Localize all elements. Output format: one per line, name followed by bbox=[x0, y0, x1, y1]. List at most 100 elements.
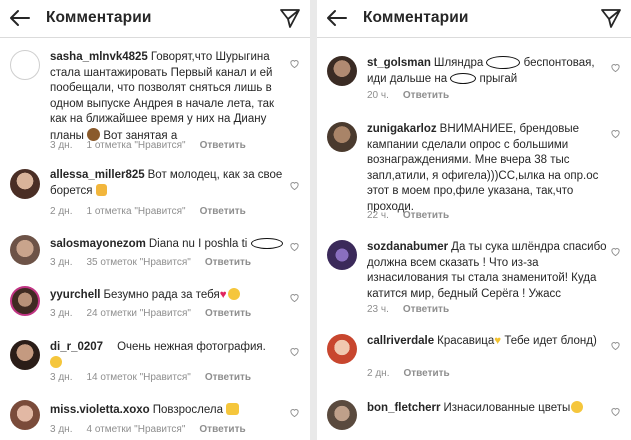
heart-icon[interactable] bbox=[610, 340, 621, 351]
comment-username[interactable]: miss.violetta.xoxo bbox=[50, 404, 150, 416]
avatar[interactable] bbox=[10, 286, 40, 316]
comments-panel-right: Комментарии st_golsman Шляндра беспонтова… bbox=[317, 0, 631, 440]
reply-button[interactable]: Ответить bbox=[403, 368, 449, 379]
heart-icon[interactable] bbox=[289, 180, 300, 191]
comment-likes[interactable]: 1 отметка "Нравится" bbox=[86, 140, 185, 151]
reply-button[interactable]: Ответить bbox=[205, 308, 251, 319]
comment-username[interactable]: di_r_0207 bbox=[50, 341, 103, 353]
avatar[interactable] bbox=[10, 340, 40, 370]
comment-body: st_golsman Шляндра беспонтовая, иди дальш… bbox=[367, 56, 607, 87]
comment-item: bon_fletcherr Изнасилованные цветы bbox=[317, 396, 631, 440]
comment-username[interactable]: yyurchell bbox=[50, 289, 101, 301]
heart-icon[interactable] bbox=[289, 292, 300, 303]
reply-button[interactable]: Ответить bbox=[200, 140, 246, 151]
page-title: Комментарии bbox=[46, 9, 152, 26]
smile-emoji-icon bbox=[50, 355, 62, 368]
heart-icon[interactable] bbox=[289, 407, 300, 418]
comment-body: sozdanabumer Да ты сука шлёндра спасибо д… bbox=[367, 240, 607, 302]
comment-likes[interactable]: 1 отметка "Нравится" bbox=[86, 206, 185, 217]
comment-text: Шляндра bbox=[433, 57, 484, 69]
comment-item: yyurchell Безумно рада за тебя♥ 3 дн. 24 о… bbox=[0, 284, 310, 324]
comment-body: di_r_0207 Очень нежная фотография. bbox=[50, 340, 286, 371]
avatar[interactable] bbox=[327, 240, 357, 270]
comment-time: 3 дн. bbox=[50, 257, 73, 268]
clapping-emoji-icon bbox=[226, 403, 240, 415]
comment-meta: 20 ч. Ответить bbox=[367, 90, 463, 101]
redaction-mark bbox=[450, 72, 477, 84]
comment-likes[interactable]: 14 отметок "Нравится" bbox=[86, 372, 190, 383]
heart-eyes-emoji-icon bbox=[571, 401, 584, 413]
avatar[interactable] bbox=[10, 169, 40, 199]
reply-button[interactable]: Ответить bbox=[403, 304, 449, 315]
heart-icon[interactable] bbox=[289, 58, 300, 69]
comment-item: st_golsman Шляндра беспонтовая, иди дальш… bbox=[317, 52, 631, 108]
heart-icon[interactable] bbox=[610, 246, 621, 257]
page-title: Комментарии bbox=[363, 9, 469, 26]
comment-text: Изнасилованные цветы bbox=[443, 402, 571, 414]
comment-time: 23 ч. bbox=[367, 304, 389, 315]
heart-icon[interactable] bbox=[610, 128, 621, 139]
comment-username[interactable]: zunigakarloz bbox=[367, 123, 437, 135]
comment-meta: 3 дн. 4 отметки "Нравится" Ответить bbox=[50, 424, 260, 435]
avatar[interactable] bbox=[327, 334, 357, 364]
comment-username[interactable]: st_golsman bbox=[367, 57, 431, 69]
avatar[interactable] bbox=[327, 56, 357, 86]
comment-username[interactable]: allessa_miller825 bbox=[50, 169, 145, 181]
comment-username[interactable]: bon_fletcherr bbox=[367, 402, 441, 414]
comment-likes[interactable]: 24 отметки "Нравится" bbox=[86, 308, 190, 319]
reply-button[interactable]: Ответить bbox=[205, 257, 251, 268]
avatar[interactable] bbox=[10, 235, 40, 265]
comment-body: salosmayonezom Diana nu I poshla ti bbox=[50, 237, 286, 253]
comment-text: Безумно рада за тебя bbox=[103, 289, 220, 301]
comment-item: sasha_mlnvk4825 Говорят,что Шурыгина стал… bbox=[0, 44, 310, 152]
comment-meta: 22 ч. Ответить bbox=[367, 210, 463, 221]
comment-text: Diana nu I poshla ti bbox=[148, 238, 248, 250]
send-icon[interactable] bbox=[599, 6, 623, 30]
comment-meta: 23 ч. Ответить bbox=[367, 304, 463, 315]
reply-button[interactable]: Ответить bbox=[403, 210, 449, 221]
comment-item: zunigakarloz ВНИМАНИЕЕ, брендовые кампани… bbox=[317, 118, 631, 226]
comment-item: callriverdale Красавица♥ Тебе идет блонд)… bbox=[317, 330, 631, 386]
comment-time: 3 дн. bbox=[50, 424, 73, 435]
redaction-mark bbox=[250, 238, 283, 250]
comment-item: salosmayonezom Diana nu I poshla ti 3 дн.… bbox=[0, 233, 310, 273]
reply-button[interactable]: Ответить bbox=[403, 90, 449, 101]
comment-meta: 2 дн. Ответить bbox=[367, 368, 464, 379]
monkey-emoji-icon bbox=[87, 127, 101, 141]
comment-text: Красавица bbox=[437, 335, 495, 347]
comment-username[interactable]: sozdanabumer bbox=[367, 241, 448, 253]
comment-username[interactable]: sasha_mlnvk4825 bbox=[50, 51, 148, 63]
reply-button[interactable]: Ответить bbox=[199, 424, 245, 435]
heart-icon[interactable] bbox=[289, 241, 300, 252]
heart-icon[interactable] bbox=[610, 406, 621, 417]
avatar[interactable] bbox=[327, 122, 357, 152]
reply-button[interactable]: Ответить bbox=[205, 372, 251, 383]
avatar[interactable] bbox=[327, 400, 357, 430]
comment-meta: 3 дн. 35 отметок "Нравится" Ответить bbox=[50, 257, 265, 268]
comment-likes[interactable]: 4 отметки "Нравится" bbox=[86, 424, 185, 435]
heart-icon[interactable] bbox=[289, 346, 300, 357]
avatar[interactable] bbox=[10, 50, 40, 80]
back-arrow-icon[interactable] bbox=[8, 6, 32, 30]
comment-username[interactable]: salosmayonezom bbox=[50, 238, 146, 250]
back-arrow-icon[interactable] bbox=[325, 6, 349, 30]
yellow-heart-emoji-icon: ♥ bbox=[494, 335, 502, 347]
send-icon[interactable] bbox=[278, 6, 302, 30]
comment-item: allessa_miller825 Вот молодец, как за сво… bbox=[0, 166, 310, 222]
comment-body: allessa_miller825 Вот молодец, как за сво… bbox=[50, 168, 286, 199]
comment-text: ВНИМАНИЕЕ, брендовые кампании сделали оп… bbox=[367, 123, 599, 213]
comment-time: 20 ч. bbox=[367, 90, 389, 101]
avatar[interactable] bbox=[10, 400, 40, 430]
redaction-mark bbox=[486, 56, 521, 70]
reply-button[interactable]: Ответить bbox=[200, 206, 246, 217]
comment-time: 3 дн. bbox=[50, 308, 73, 319]
comment-username[interactable]: callriverdale bbox=[367, 335, 434, 347]
comment-time: 2 дн. bbox=[367, 368, 390, 379]
comment-item: miss.violetta.xoxo Повзрослела 3 дн. 4 отм… bbox=[0, 398, 310, 440]
comment-likes[interactable]: 35 отметок "Нравится" bbox=[86, 257, 190, 268]
comment-time: 22 ч. bbox=[367, 210, 389, 221]
comment-meta: 3 дн. 14 отметок "Нравится" Ответить bbox=[50, 372, 265, 383]
comment-body: callriverdale Красавица♥ Тебе идет блонд) bbox=[367, 334, 607, 350]
comment-meta: 3 дн. 24 отметки "Нравится" Ответить bbox=[50, 308, 265, 319]
heart-icon[interactable] bbox=[610, 62, 621, 73]
